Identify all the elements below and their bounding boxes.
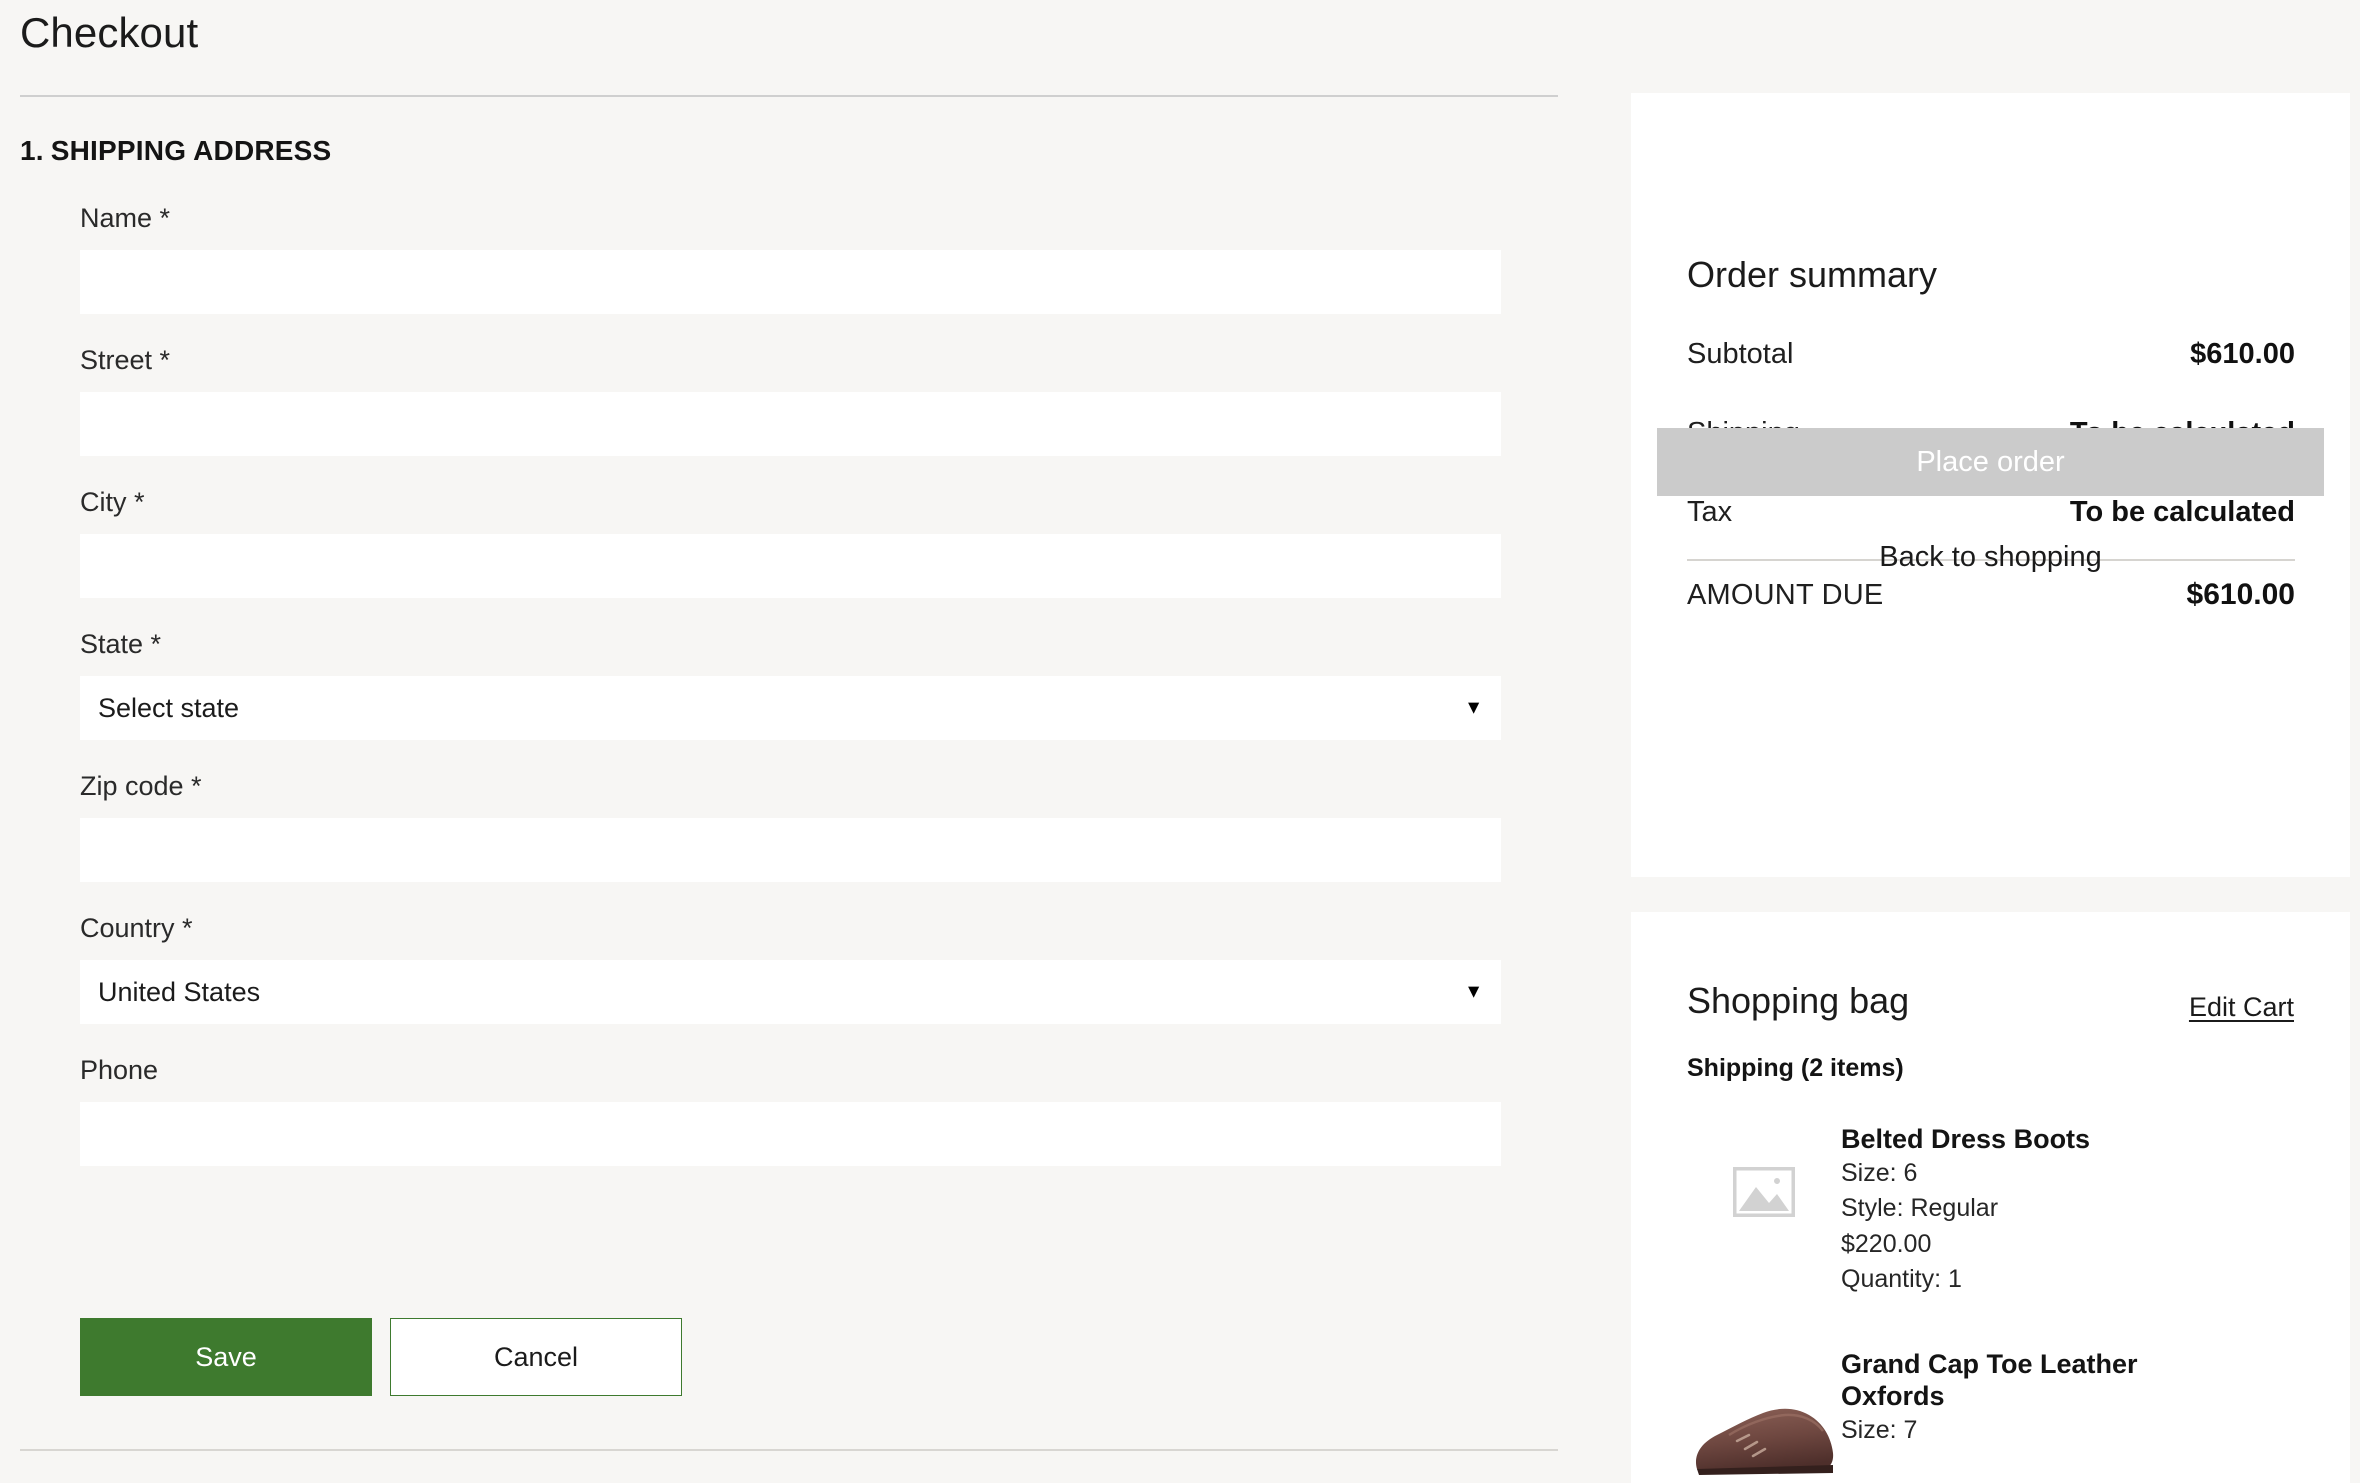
- field-zip-code: Zip code *: [80, 773, 1501, 882]
- order-summary-title: Order summary: [1687, 254, 1938, 295]
- amount-due-value: $610.00: [2186, 578, 2295, 611]
- summary-row-amount-due: AMOUNT DUE $610.00: [1687, 578, 2295, 612]
- product-quantity: Quantity: 1: [1841, 1265, 1962, 1294]
- section-heading-label: SHIPPING ADDRESS: [50, 135, 332, 166]
- field-country: Country * United States ▼: [80, 915, 1501, 1024]
- city-input[interactable]: [80, 534, 1501, 598]
- name-input[interactable]: [80, 250, 1501, 314]
- field-label-country: Country *: [80, 913, 193, 943]
- tax-value: To be calculated: [2069, 496, 2295, 528]
- country-select-value[interactable]: United States: [80, 960, 1501, 1024]
- field-label-street: Street *: [80, 345, 171, 375]
- state-select-value[interactable]: Select state: [80, 676, 1501, 740]
- right-gutter: [2350, 0, 2360, 1483]
- section-number: 1.: [20, 135, 44, 166]
- product-thumbnail: [1687, 1347, 1841, 1483]
- product-size: Size: 6: [1841, 1158, 1918, 1187]
- field-state: State * Select state ▼: [80, 631, 1501, 740]
- state-select[interactable]: Select state ▼: [80, 676, 1501, 740]
- field-street: Street *: [80, 347, 1501, 456]
- edit-cart-link[interactable]: Edit Cart: [2189, 992, 2294, 1023]
- checkout-form-column: Checkout 1. SHIPPING ADDRESS Name * Stree…: [0, 0, 1560, 1483]
- order-summary-card: Order summary Subtotal $610.00 Shipping …: [1631, 93, 2350, 877]
- field-city: City *: [80, 489, 1501, 598]
- product-info: Grand Cap Toe Leather Oxfords Size: 7: [1841, 1347, 2241, 1483]
- shopping-bag-title: Shopping bag: [1687, 980, 1910, 1021]
- product-thumbnail: [1687, 1122, 1841, 1262]
- checkout-page: Checkout 1. SHIPPING ADDRESS Name * Stree…: [0, 0, 2360, 1483]
- bag-item: Belted Dress Boots Size: 6 Style: Regula…: [1687, 1122, 2295, 1298]
- field-phone: Phone: [80, 1057, 1501, 1166]
- product-style: Style: Regular: [1841, 1194, 1999, 1223]
- form-button-row: Save Cancel: [80, 1318, 682, 1396]
- form-bottom-divider: [20, 1449, 1558, 1451]
- shipping-address-heading: 1. SHIPPING ADDRESS: [20, 135, 331, 167]
- country-select[interactable]: United States ▼: [80, 960, 1501, 1024]
- summary-row-tax: Tax To be calculated: [1687, 496, 2295, 529]
- product-size: Size: 7: [1841, 1415, 1918, 1444]
- field-label-zip-code: Zip code *: [80, 771, 202, 801]
- shipping-address-form: Name * Street * City * State * Select st…: [80, 205, 1501, 1199]
- page-title: Checkout: [20, 9, 199, 56]
- field-label-name: Name *: [80, 203, 171, 233]
- title-divider: [20, 95, 1558, 97]
- subtotal-value: $610.00: [2190, 338, 2295, 370]
- place-order-button[interactable]: Place order: [1657, 428, 2324, 496]
- product-price: $220.00: [1841, 1229, 1932, 1258]
- summary-row-subtotal: Subtotal $610.00: [1687, 338, 2295, 371]
- product-name: Belted Dress Boots: [1841, 1124, 2091, 1154]
- shipping-item-count: Shipping (2 items): [1687, 1054, 1904, 1082]
- zip-code-input[interactable]: [80, 818, 1501, 882]
- product-info: Belted Dress Boots Size: 6 Style: Regula…: [1841, 1122, 2090, 1298]
- shoe-photo-icon: [1695, 1408, 1834, 1475]
- shopping-bag-card: Shopping bag Edit Cart Shipping (2 items…: [1631, 912, 2350, 1483]
- save-button[interactable]: Save: [80, 1318, 372, 1396]
- field-label-state: State *: [80, 629, 162, 659]
- cancel-button[interactable]: Cancel: [390, 1318, 682, 1396]
- amount-due-label: AMOUNT DUE: [1687, 579, 1884, 611]
- phone-input[interactable]: [80, 1102, 1501, 1166]
- image-placeholder-icon: [1733, 1167, 1795, 1217]
- street-input[interactable]: [80, 392, 1501, 456]
- field-label-city: City *: [80, 487, 145, 517]
- field-name: Name *: [80, 205, 1501, 314]
- checkout-sidebar-column: Order summary Subtotal $610.00 Shipping …: [1631, 0, 2360, 1483]
- field-label-phone: Phone: [80, 1055, 159, 1085]
- bag-item: Grand Cap Toe Leather Oxfords Size: 7: [1687, 1347, 2295, 1483]
- tax-label: Tax: [1687, 496, 1733, 528]
- subtotal-label: Subtotal: [1687, 338, 1794, 370]
- back-to-shopping-link[interactable]: Back to shopping: [1631, 541, 2350, 574]
- product-name: Grand Cap Toe Leather Oxfords: [1841, 1349, 2138, 1411]
